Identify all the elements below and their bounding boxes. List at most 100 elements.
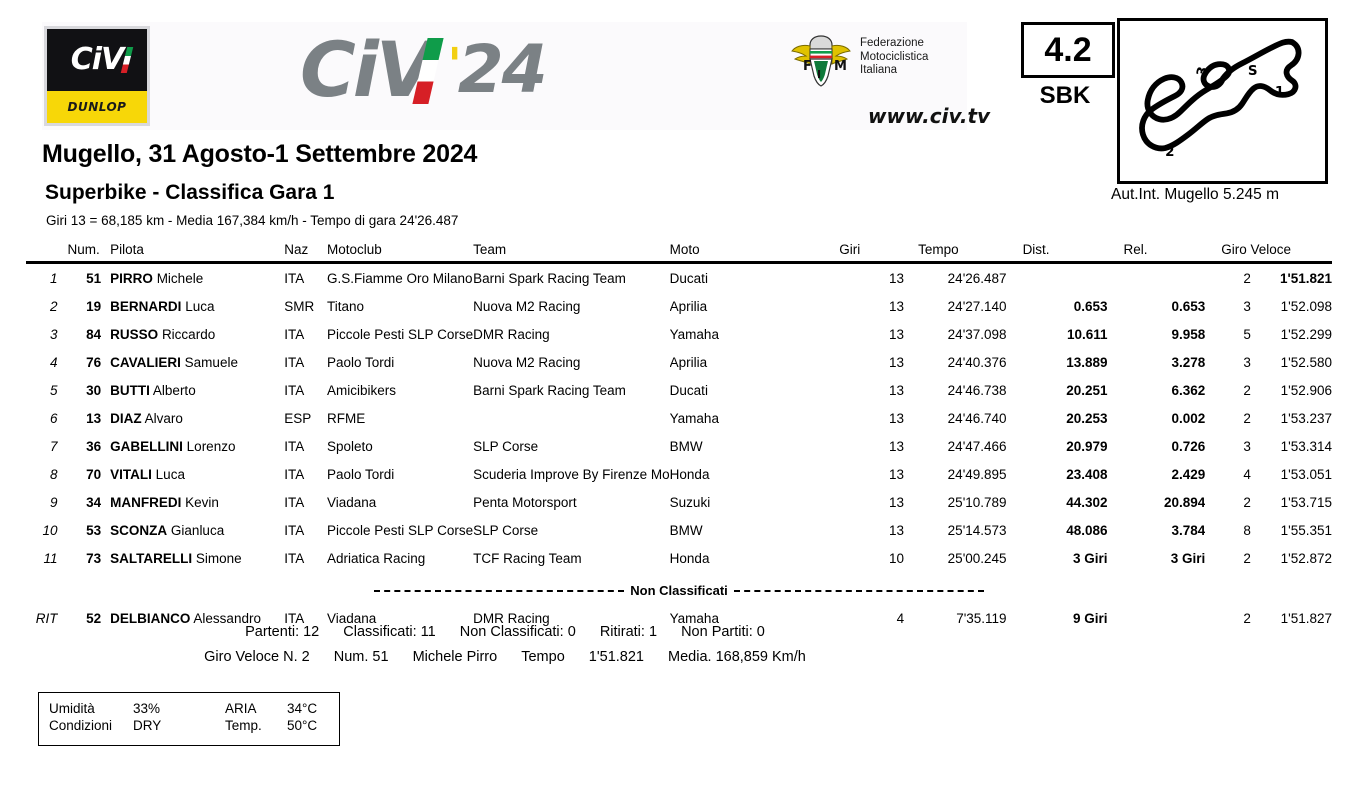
cell-team: SLP Corse	[473, 439, 539, 455]
cell-rel: 3 Giri	[1170, 551, 1206, 567]
cell-position: 7	[50, 439, 58, 455]
cell-rel: 0.653	[1171, 298, 1206, 314]
cell-giro-veloce-lap: 5	[1243, 326, 1251, 342]
results-table-head: Num. Pilota Naz Motoclub Team Moto Giri …	[26, 242, 1332, 263]
cell-moto: Ducati	[669, 382, 708, 398]
cell-giro-veloce-lap: 2	[1243, 382, 1251, 398]
cell-number: 30	[86, 382, 102, 398]
cell-giro-veloce-lap: 4	[1243, 467, 1251, 483]
cell-motoclub: Spoleto	[327, 439, 373, 455]
cell-dist: 44.302	[1066, 495, 1108, 511]
header-naz: Naz	[284, 242, 309, 257]
cell-giro-veloce-time: 1'53.237	[1280, 410, 1332, 426]
cell-giri: 13	[889, 326, 905, 342]
table-row: 2 19 BERNARDI Luca SMR Titano Nuova M2 Racing…	[26, 292, 1332, 320]
cell-giri: 13	[889, 523, 905, 539]
header-motoclub: Motoclub	[327, 242, 382, 257]
results-header-row: Num. Pilota Naz Motoclub Team Moto Giri …	[26, 242, 1332, 263]
cell-position: 5	[50, 382, 58, 398]
cell-position: 1	[50, 270, 58, 286]
circuit-marker-1: 1	[1275, 84, 1284, 100]
cell-giro-veloce-time: 1'53.051	[1280, 467, 1332, 483]
cell-team: Nuova M2 Racing	[473, 354, 581, 370]
circuit-caption: Aut.Int. Mugello 5.245 m	[1110, 186, 1279, 203]
header-giri: Giri	[839, 242, 861, 257]
cell-moto: BMW	[669, 439, 703, 455]
weather-humidity-value: 33%	[133, 701, 161, 716]
cell-naz: ITA	[284, 270, 305, 286]
cell-moto: Suzuki	[669, 495, 711, 511]
cell-number: 19	[86, 298, 102, 314]
table-row: 10 53 SCONZA Gianluca ITA Piccole Pesti SLP …	[26, 517, 1332, 545]
cell-giri: 13	[889, 270, 905, 286]
cell-pilota: GABELLINI Lorenzo	[110, 439, 236, 455]
weather-row-conditions: Condizioni DRY Temp. 50°C	[49, 717, 317, 734]
header-rel: Rel.	[1123, 242, 1148, 257]
summary-gv-tempo-label: Tempo	[521, 649, 565, 665]
summary-gv-media: Media. 168,859 Km/h	[668, 649, 806, 665]
cell-tempo: 25'10.789	[947, 495, 1007, 511]
dunlop-logo-text: DUNLOP	[67, 100, 127, 114]
cell-motoclub: Amicibikers	[327, 382, 397, 398]
civ-logo-black-panel: CiV	[47, 29, 147, 91]
civ24-wordmark: CiV ' 24	[300, 30, 548, 110]
fmi-logo-block: F M I Federazione Motociclistica Italian…	[790, 28, 990, 128]
summary-block: Partenti: 12 Classificati: 11 Non Classi…	[0, 620, 1010, 670]
non-classificati-divider-cell: Non Classificati	[26, 573, 1332, 604]
cell-giro-veloce-time: 1'51.827	[1280, 610, 1332, 626]
cell-position: 2	[50, 298, 58, 314]
cell-motoclub: Adriatica Racing	[327, 551, 426, 567]
weather-air-value: 34°C	[287, 701, 318, 716]
cell-pilota: DIAZ Alvaro	[110, 410, 183, 426]
cell-tempo: 24'46.740	[947, 410, 1007, 426]
cell-giri: 13	[889, 467, 905, 483]
cell-dist: 48.086	[1066, 523, 1108, 539]
cell-giro-veloce-time: 1'52.580	[1280, 354, 1332, 370]
cell-rel: 3.784	[1171, 523, 1206, 539]
cell-giri: 13	[889, 410, 905, 426]
header-dist: Dist.	[1022, 242, 1050, 257]
cell-rel	[1124, 263, 1220, 293]
cell-motoclub: Viadana	[327, 495, 377, 511]
cell-motoclub: Paolo Tordi	[327, 467, 395, 483]
cell-team: TCF Racing Team	[473, 551, 582, 567]
summary-non-classificati: Non Classificati: 0	[459, 624, 576, 640]
cell-giro-veloce-time: 1'52.906	[1280, 382, 1332, 398]
cell-tempo: 24'37.098	[947, 326, 1007, 342]
table-row: 6 13 DIAZ Alvaro ESP RFME Yamaha 13 24'46.740 20…	[26, 404, 1332, 432]
cell-dist: 20.979	[1066, 439, 1108, 455]
cell-giro-veloce-lap: 3	[1243, 439, 1251, 455]
cell-dist: 9 Giri	[1072, 610, 1108, 626]
cell-giro-veloce-lap: 8	[1243, 523, 1251, 539]
cell-moto: Yamaha	[669, 326, 719, 342]
cell-motoclub: G.S.Fiamme Oro Milano	[327, 270, 473, 286]
cell-number: 51	[86, 270, 102, 286]
summary-gv-rider: Michele Pirro	[412, 649, 498, 665]
cell-giri: 13	[889, 439, 905, 455]
cell-giro-veloce-time: 1'55.351	[1280, 523, 1332, 539]
civ-dunlop-logo: CiV DUNLOP	[44, 26, 150, 126]
cell-number: 76	[86, 354, 102, 370]
cell-team	[473, 404, 670, 432]
cell-giro-veloce-time: 1'52.299	[1280, 326, 1332, 342]
cell-tempo: 24'27.140	[947, 298, 1007, 314]
civ24-year: 24	[457, 31, 548, 108]
session-info: Giri 13 = 68,185 km - Media 167,384 km/h…	[46, 213, 459, 228]
cell-giro-veloce-lap: 3	[1243, 354, 1251, 370]
cell-team: Barni Spark Racing Team	[473, 270, 626, 286]
divider-line-right	[733, 589, 984, 592]
cell-moto: Aprilia	[669, 298, 708, 314]
cell-rel: 0.002	[1171, 410, 1206, 426]
cell-dist: 20.251	[1066, 382, 1108, 398]
table-row: 9 34 MANFREDI Kevin ITA Viadana Penta Motorsp…	[26, 489, 1332, 517]
cell-rel: 3.278	[1171, 354, 1206, 370]
header-team: Team	[473, 242, 507, 257]
weather-air-label: ARIA	[225, 701, 257, 716]
cell-giro-veloce-lap: 2	[1243, 610, 1251, 626]
cell-number: 34	[86, 495, 102, 511]
cell-tempo: 24'49.895	[947, 467, 1007, 483]
cell-moto: Aprilia	[669, 354, 708, 370]
fmi-line-3: Italiana	[860, 64, 898, 76]
summary-partenti: Partenti: 12	[245, 624, 320, 640]
cell-giro-veloce-time: 1'51.821	[1279, 270, 1332, 286]
